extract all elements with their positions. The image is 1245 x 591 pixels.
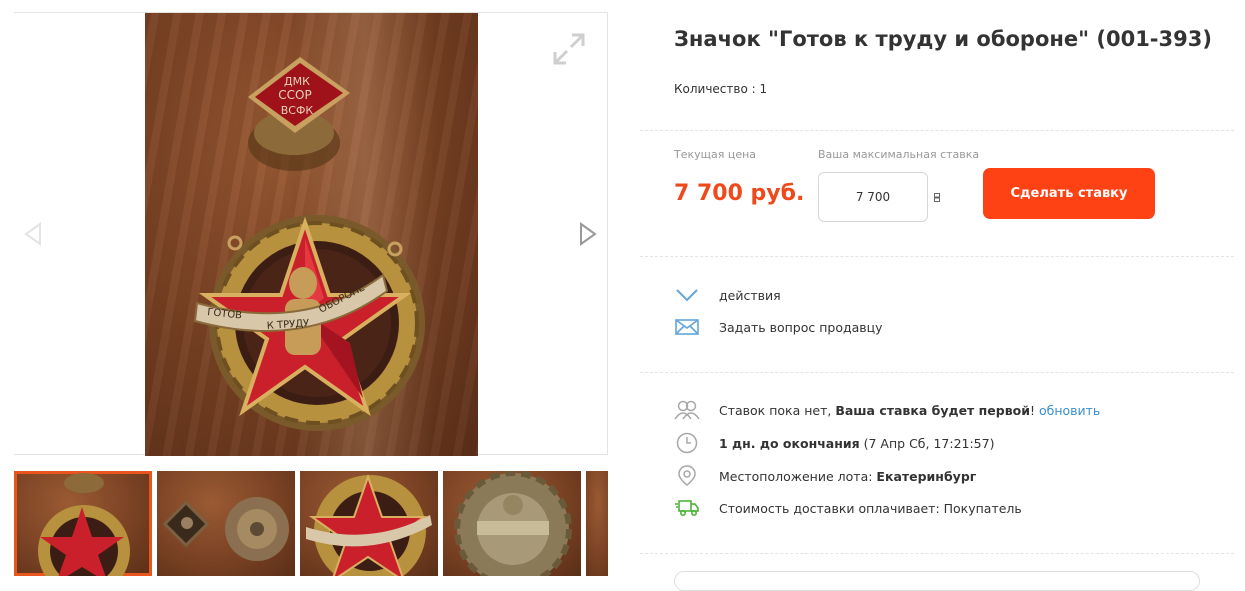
chevron-down-icon	[674, 284, 700, 306]
main-photo[interactable]: ДМК ССОР ВСФК ГОТОВ К ТРУДУ ОБОРОНЕ	[145, 13, 478, 456]
location-value: Екатеринбург	[876, 468, 977, 484]
location-row: Местоположение лота: Екатеринбург	[674, 465, 976, 487]
thumbnail-2[interactable]	[157, 471, 295, 576]
max-bid-label: Ваша максимальная ставка	[818, 148, 980, 161]
time-left-bold: 1 дн. до окончания	[719, 435, 860, 451]
current-price: 7 700 руб.	[674, 181, 805, 206]
bids-exclamation: !	[1029, 402, 1039, 418]
shipping-text: Стоимость доставки оплачивает: Покупател…	[719, 500, 1022, 516]
arrow-right-icon[interactable]	[577, 221, 599, 247]
divider	[640, 256, 1234, 257]
time-left-date: (7 Апр Сб, 17:21:57)	[859, 435, 995, 451]
shipping-row: Стоимость доставки оплачивает: Покупател…	[674, 497, 1022, 519]
divider	[640, 372, 1234, 373]
clock-icon	[674, 432, 700, 454]
bids-status-row: Ставок пока нет, Ваша ставка будет перво…	[674, 399, 1100, 421]
quantity-label: Количество : 1	[674, 82, 768, 96]
badge-photo: ДМК ССОР ВСФК ГОТОВ К ТРУДУ ОБОРОНЕ	[193, 57, 425, 431]
bids-first-bold: Ваша ставка будет первой	[835, 402, 1030, 418]
expand-icon[interactable]	[551, 31, 587, 67]
bid-stepper-icon[interactable]	[934, 193, 940, 202]
lot-title: Значок "Готов к труду и обороне" (001-39…	[674, 27, 1212, 51]
badge-top-line3: ВСФК	[281, 104, 314, 117]
current-price-label: Текущая цена	[674, 148, 757, 161]
badge-top-line2: ССОР	[278, 88, 311, 102]
badge-top-line1: ДМК	[284, 75, 310, 88]
bids-text: Ставок пока нет,	[719, 402, 836, 418]
ask-seller-row[interactable]: Задать вопрос продавцу	[674, 316, 883, 338]
next-section-box	[674, 571, 1200, 591]
actions-dropdown[interactable]: действия	[674, 284, 781, 306]
actions-link[interactable]: действия	[719, 288, 781, 303]
max-bid-input[interactable]	[818, 172, 928, 222]
users-icon	[674, 399, 700, 421]
thumbnail-3[interactable]	[300, 471, 438, 576]
time-left-row: 1 дн. до окончания (7 Апр Сб, 17:21:57)	[674, 432, 994, 454]
thumbnail-4[interactable]	[443, 471, 581, 576]
thumbnail-1[interactable]	[14, 471, 152, 576]
location-pin-icon	[674, 465, 700, 487]
thumbnail-strip	[14, 471, 608, 578]
lot-info: Значок "Готов к труду и обороне" (001-39…	[640, 0, 1234, 591]
ask-seller-link[interactable]: Задать вопрос продавцу	[719, 320, 883, 335]
refresh-link[interactable]: обновить	[1039, 403, 1100, 418]
photo-gallery: ДМК ССОР ВСФК ГОТОВ К ТРУДУ ОБОРОНЕ	[14, 12, 608, 456]
thumbnail-5[interactable]	[586, 471, 608, 576]
envelope-icon	[674, 316, 700, 338]
location-label: Местоположение лота:	[719, 468, 877, 484]
truck-icon	[674, 497, 700, 519]
place-bid-button[interactable]: Сделать ставку	[983, 168, 1155, 219]
divider	[640, 130, 1234, 131]
divider	[640, 553, 1234, 554]
arrow-left-icon[interactable]	[22, 221, 44, 247]
